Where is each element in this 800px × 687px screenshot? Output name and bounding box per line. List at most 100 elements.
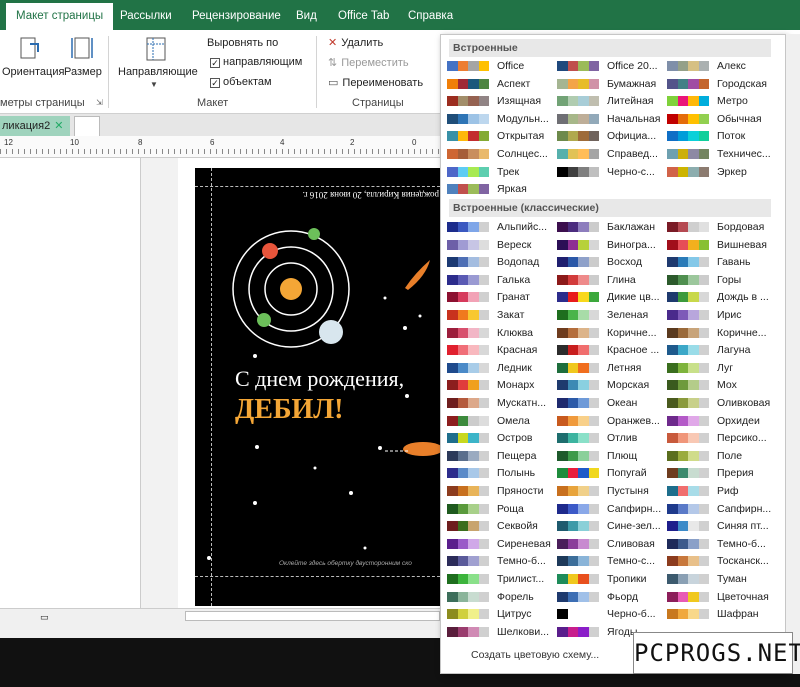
color-scheme-option[interactable]: Форель: [447, 588, 555, 606]
create-color-scheme-link[interactable]: Создать цветовую схему...: [471, 649, 599, 661]
color-scheme-option[interactable]: Сапфирн...: [557, 500, 665, 518]
color-scheme-option[interactable]: Техничес...: [667, 145, 775, 163]
color-scheme-option[interactable]: Темно-б...: [667, 535, 775, 553]
color-scheme-option[interactable]: Сливовая: [557, 535, 665, 553]
tab-mailings[interactable]: Рассылки: [110, 0, 182, 30]
color-scheme-option[interactable]: Коричне...: [667, 324, 775, 342]
color-scheme-option[interactable]: Секвойя: [447, 517, 555, 535]
page-icon[interactable]: ▭: [40, 612, 49, 623]
color-scheme-option[interactable]: Пещера: [447, 447, 555, 465]
color-scheme-option[interactable]: Дикие цв...: [557, 288, 665, 306]
color-scheme-option[interactable]: Риф: [667, 482, 775, 500]
color-scheme-option[interactable]: Орхидеи: [667, 412, 775, 430]
color-scheme-option[interactable]: Трилист...: [447, 570, 555, 588]
color-scheme-option[interactable]: Бордовая: [667, 218, 775, 236]
color-scheme-option[interactable]: Официа...: [557, 127, 665, 145]
color-scheme-option[interactable]: Оливковая: [667, 394, 775, 412]
color-scheme-option[interactable]: Черно-с...: [557, 163, 665, 181]
tab-page-layout[interactable]: Макет страницы: [6, 3, 114, 30]
color-scheme-option[interactable]: Плющ: [557, 447, 665, 465]
color-scheme-option[interactable]: Городская: [667, 75, 775, 93]
color-scheme-option[interactable]: Прерия: [667, 464, 775, 482]
color-scheme-option[interactable]: Отлив: [557, 429, 665, 447]
color-scheme-option[interactable]: Ирис: [667, 306, 775, 324]
color-scheme-option[interactable]: Закат: [447, 306, 555, 324]
color-scheme-option[interactable]: Гранат: [447, 288, 555, 306]
color-scheme-option[interactable]: Обычная: [667, 110, 775, 128]
color-scheme-option[interactable]: Сиреневая: [447, 535, 555, 553]
color-scheme-option[interactable]: Водопад: [447, 253, 555, 271]
color-scheme-option[interactable]: Мох: [667, 376, 775, 394]
color-scheme-option[interactable]: Вереск: [447, 236, 555, 254]
color-scheme-option[interactable]: Шафран: [667, 605, 775, 623]
color-scheme-option[interactable]: Гавань: [667, 253, 775, 271]
color-scheme-option[interactable]: Алекс: [667, 57, 775, 75]
color-scheme-option[interactable]: Изящная: [447, 92, 555, 110]
color-scheme-option[interactable]: Персико...: [667, 429, 775, 447]
color-scheme-option[interactable]: Клюква: [447, 324, 555, 342]
color-scheme-option[interactable]: Темно-с...: [557, 552, 665, 570]
color-scheme-option[interactable]: Зеленая: [557, 306, 665, 324]
color-scheme-option[interactable]: Яркая: [447, 180, 555, 198]
color-scheme-option[interactable]: Поле: [667, 447, 775, 465]
color-scheme-option[interactable]: Туман: [667, 570, 775, 588]
color-scheme-option[interactable]: Аспект: [447, 75, 555, 93]
dialog-launcher-icon[interactable]: ⇲: [96, 98, 103, 107]
color-scheme-option[interactable]: Вишневая: [667, 236, 775, 254]
color-scheme-option[interactable]: Баклажан: [557, 218, 665, 236]
color-scheme-option[interactable]: Коричне...: [557, 324, 665, 342]
close-icon[interactable]: ✕: [54, 120, 63, 132]
color-scheme-option[interactable]: Черно-б...: [557, 605, 665, 623]
color-scheme-option[interactable]: Мускатн...: [447, 394, 555, 412]
color-scheme-option[interactable]: Остров: [447, 429, 555, 447]
birthday-card-page[interactable]: рождения Кирилла, 20 июня 2016 г. С днем…: [195, 168, 440, 606]
rename-page-button[interactable]: ▭ Переименовать: [328, 76, 423, 89]
color-scheme-option[interactable]: Справед...: [557, 145, 665, 163]
delete-page-button[interactable]: ✕ Удалить: [328, 36, 383, 49]
color-scheme-option[interactable]: Цветочная: [667, 588, 775, 606]
color-scheme-option[interactable]: Литейная: [557, 92, 665, 110]
color-scheme-option[interactable]: Галька: [447, 271, 555, 289]
color-scheme-option[interactable]: Бумажная: [557, 75, 665, 93]
color-scheme-option[interactable]: Омела: [447, 412, 555, 430]
color-scheme-option[interactable]: Пряности: [447, 482, 555, 500]
color-scheme-option[interactable]: Виногра...: [557, 236, 665, 254]
color-scheme-option[interactable]: Восход: [557, 253, 665, 271]
horizontal-ruler[interactable]: 12 10 8 6 4 2 0: [0, 136, 440, 158]
size-button[interactable]: Размер: [64, 66, 102, 78]
color-scheme-option[interactable]: Горы: [667, 271, 775, 289]
color-scheme-option[interactable]: Глина: [557, 271, 665, 289]
color-scheme-option[interactable]: Тропики: [557, 570, 665, 588]
color-scheme-option[interactable]: Ледник: [447, 359, 555, 377]
color-scheme-option[interactable]: Красное ...: [557, 341, 665, 359]
color-scheme-option[interactable]: Цитрус: [447, 605, 555, 623]
color-scheme-option[interactable]: Сине-зел...: [557, 517, 665, 535]
color-scheme-option[interactable]: Шелкови...: [447, 623, 555, 641]
color-scheme-option[interactable]: Тосканск...: [667, 552, 775, 570]
move-page-button[interactable]: ⇅ Переместить: [328, 56, 409, 69]
color-scheme-option[interactable]: Полынь: [447, 464, 555, 482]
color-scheme-option[interactable]: Летняя: [557, 359, 665, 377]
align-objects-checkbox[interactable]: ✓ объектам: [210, 76, 272, 88]
color-scheme-option[interactable]: Office: [447, 57, 555, 75]
tab-view[interactable]: Вид: [286, 0, 327, 30]
color-scheme-option[interactable]: Начальная: [557, 110, 665, 128]
color-scheme-option[interactable]: Эркер: [667, 163, 775, 181]
color-scheme-option[interactable]: Модульн...: [447, 110, 555, 128]
align-guides-checkbox[interactable]: ✓ направляющим: [210, 56, 302, 68]
color-scheme-option[interactable]: Оранжев...: [557, 412, 665, 430]
color-scheme-option[interactable]: Поток: [667, 127, 775, 145]
color-scheme-option[interactable]: Метро: [667, 92, 775, 110]
color-scheme-option[interactable]: Office 20...: [557, 57, 665, 75]
orientation-button[interactable]: Ориентация: [2, 66, 64, 78]
horizontal-scrollbar[interactable]: [185, 611, 440, 621]
color-scheme-option[interactable]: Дождь в ...: [667, 288, 775, 306]
color-scheme-option[interactable]: Открытая: [447, 127, 555, 145]
tab-help[interactable]: Справка: [398, 0, 463, 30]
color-scheme-option[interactable]: Луг: [667, 359, 775, 377]
color-scheme-option[interactable]: Красная: [447, 341, 555, 359]
color-scheme-option[interactable]: Монарх: [447, 376, 555, 394]
color-scheme-option[interactable]: Солнцес...: [447, 145, 555, 163]
tab-review[interactable]: Рецензирование: [182, 0, 291, 30]
color-scheme-option[interactable]: Альпийс...: [447, 218, 555, 236]
